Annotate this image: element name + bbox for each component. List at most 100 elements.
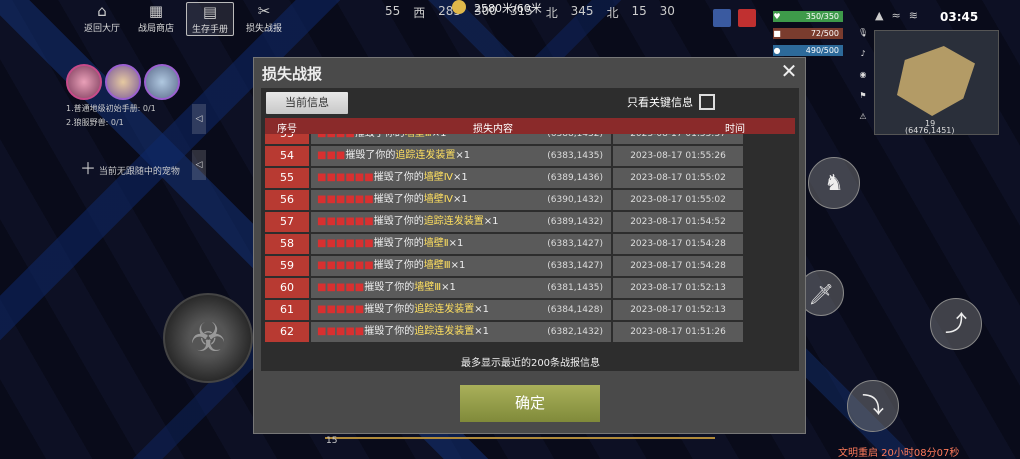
action-text: 摧毁了你的	[373, 216, 424, 227]
biohazard-joystick-icon[interactable]: ☣	[163, 293, 253, 383]
loss-report-icon: ✂	[257, 2, 271, 20]
col-content: 损失内容	[473, 124, 513, 135]
row-coords[interactable]: (6384,1428)	[547, 300, 603, 320]
table-row: 55 ■■■■■■摧毁了你的墙壁Ⅳ×1 (6389,1436) 2023-08-17 …	[265, 168, 795, 188]
water-bar: ● 490/500	[773, 45, 843, 56]
table-row: 58 ■■■■■■摧毁了你的墙壁Ⅱ×1 (6383,1427) 2023-08-17 …	[265, 234, 795, 254]
civilization-restart-timer: 文明重启 20小时08分07秒	[838, 448, 960, 459]
row-time: 2023-08-17 01:54:28	[613, 234, 743, 254]
nav-label: 生存手册	[191, 25, 228, 35]
item-count: ×1	[483, 216, 499, 227]
item-count: ×1	[432, 134, 447, 139]
mount-button[interactable]: ♞	[808, 157, 860, 209]
row-number: 55	[265, 168, 309, 188]
nav-shop-button[interactable]: ▦ 战局商店	[132, 2, 180, 36]
avatar[interactable]	[144, 64, 180, 100]
item-count: ×1	[448, 238, 464, 249]
row-coords[interactable]: (6383,1435)	[547, 146, 603, 166]
attacker-name[interactable]: ■■■■■	[317, 304, 364, 315]
row-coords[interactable]: (6389,1436)	[547, 168, 603, 188]
confirm-button[interactable]: 确定	[460, 385, 600, 422]
quest-item[interactable]: 1.普通地级初始手册: 0/1	[66, 103, 206, 114]
attacker-name[interactable]: ■■■■■■	[317, 260, 374, 271]
plus-icon[interactable]: ＋	[80, 159, 96, 178]
system-icons: ▲ ≈ ≋	[875, 9, 918, 22]
report-list[interactable]: 53■■■■摧毁了你的墙壁Ⅲ×1(6388,1432)2023-08-17 01…	[265, 134, 795, 363]
row-content: ■■■摧毁了你的追踪连发装置×1 (6383,1435)	[311, 146, 611, 166]
nav-handbook-button[interactable]: ▤ 生存手册	[186, 2, 234, 36]
row-content: ■■■■■摧毁了你的追踪连发装置×1 (6382,1432)	[311, 322, 611, 342]
close-icon[interactable]: ✕	[778, 60, 800, 82]
warning-icon[interactable]: ⚠	[852, 112, 874, 121]
action-text: 摧毁了你的	[364, 326, 415, 337]
action-text: 摧毁了你的	[373, 172, 424, 183]
row-time: 2023-08-17 01:52:13	[613, 300, 743, 320]
shop-icon: ▦	[148, 2, 164, 20]
key-only-filter[interactable]: 只看关键信息	[627, 94, 715, 110]
attacker-name[interactable]: ■■■	[317, 150, 345, 161]
row-time: 2023-08-17 01:51:26	[613, 322, 743, 342]
heart-icon: ♥	[773, 12, 781, 21]
dialog-title: 损失战报	[262, 65, 323, 83]
avatar[interactable]	[66, 64, 102, 100]
row-coords[interactable]: (6389,1432)	[547, 212, 603, 232]
attacker-name[interactable]: ■■■■■■	[317, 216, 374, 227]
item-name: 墙壁Ⅲ	[414, 282, 442, 293]
attacker-name[interactable]: ■■■■	[317, 134, 355, 139]
minimap[interactable]	[874, 30, 999, 135]
nav-lobby-button[interactable]: ⌂ 返回大厅	[78, 2, 126, 36]
avatar[interactable]	[105, 64, 141, 100]
pet-collapse-toggle[interactable]: ◁	[192, 150, 206, 180]
location-pin-icon[interactable]: ◉	[852, 70, 874, 79]
tab-current-info[interactable]: 当前信息	[266, 92, 348, 114]
speaker-icon[interactable]: ♪	[852, 49, 874, 58]
quest-panel: 1.普通地级初始手册: 0/1 2.狼服野兽: 0/1	[66, 64, 206, 128]
status-bars: ♥ 350/350 ■ 72/500 ● 490/500	[773, 11, 843, 62]
item-name: 墙壁Ⅲ	[423, 260, 451, 271]
compass-tick: 15	[631, 4, 647, 18]
quest-item[interactable]: 2.狼服野兽: 0/1	[66, 117, 206, 128]
col-num: 序号	[277, 124, 297, 135]
quest-collapse-toggle[interactable]: ◁	[192, 104, 206, 134]
table-row: 57 ■■■■■■摧毁了你的追踪连发装置×1 (6389,1432) 2023-08-…	[265, 212, 795, 232]
gift-badge-icon[interactable]	[738, 9, 756, 27]
attacker-name[interactable]: ■■■■■■	[317, 194, 374, 205]
row-coords[interactable]: (6390,1432)	[547, 190, 603, 210]
row-time: 2023-08-17 01:55:02	[613, 190, 743, 210]
row-content: ■■■■■摧毁了你的追踪连发装置×1 (6384,1428)	[311, 300, 611, 320]
row-number: 60	[265, 278, 309, 298]
table-row: 56 ■■■■■■摧毁了你的墙壁Ⅳ×1 (6390,1432) 2023-08-17 …	[265, 190, 795, 210]
signal-icon: ▲	[875, 9, 884, 22]
weather-icon: ≈	[891, 9, 901, 22]
level-number: 15	[326, 436, 338, 446]
item-name: 墙壁Ⅳ	[423, 194, 453, 205]
row-coords[interactable]: (6383,1427)	[547, 256, 603, 276]
microphone-icon[interactable]: 🎙	[852, 28, 874, 37]
top-nav: ⌂ 返回大厅 ▦ 战局商店 ▤ 生存手册 ✂ 损失战报	[78, 2, 288, 36]
row-number: 56	[265, 190, 309, 210]
row-coords[interactable]: (6383,1427)	[547, 234, 603, 254]
row-coords[interactable]: (6382,1432)	[547, 322, 603, 342]
handbook-icon: ▤	[202, 3, 218, 21]
attacker-name[interactable]: ■■■■■	[317, 282, 364, 293]
attacker-name[interactable]: ■■■■■	[317, 326, 364, 337]
pet-status: ＋ 当前无跟随中的宠物	[80, 155, 180, 179]
minimap-land	[897, 46, 975, 116]
food-bar: ■ 72/500	[773, 28, 843, 39]
row-content: ■■■■■■摧毁了你的追踪连发装置×1 (6389,1432)	[311, 212, 611, 232]
nav-loss-report-button[interactable]: ✂ 损失战报	[240, 2, 288, 36]
rank-badge-icon[interactable]	[713, 9, 731, 27]
distance-readout: 2580米/60米	[474, 2, 542, 15]
row-time: 2023-08-17 01:52:13	[613, 278, 743, 298]
row-coords[interactable]: (6388,1432)	[547, 134, 603, 144]
jump-button[interactable]: ⤴	[930, 298, 982, 350]
row-content: ■■■■■■摧毁了你的墙壁Ⅱ×1 (6383,1427)	[311, 234, 611, 254]
flag-icon[interactable]: ⚑	[852, 91, 874, 100]
clock: 03:45	[940, 10, 979, 24]
crouch-button[interactable]: ⤵	[847, 380, 899, 432]
nav-label: 返回大厅	[83, 24, 120, 34]
row-coords[interactable]: (6381,1435)	[547, 278, 603, 298]
key-only-checkbox[interactable]	[699, 94, 715, 110]
attacker-name[interactable]: ■■■■■■	[317, 238, 374, 249]
attacker-name[interactable]: ■■■■■■	[317, 172, 374, 183]
